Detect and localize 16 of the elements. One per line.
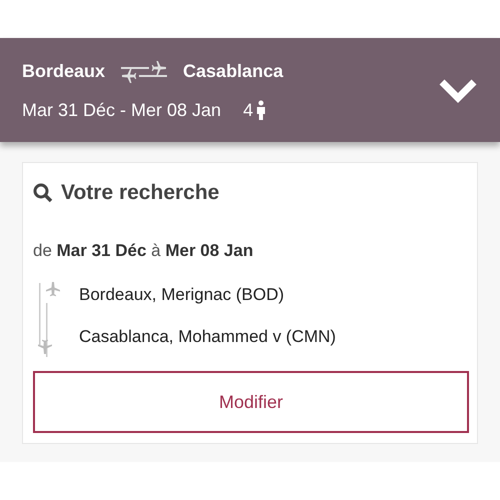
arrival-airport: Casablanca, Mohammed v (CMN) bbox=[79, 327, 336, 347]
search-icon bbox=[33, 183, 53, 203]
landing-plane-icon bbox=[38, 340, 52, 354]
travel-dates: Mar 31 Déc - Mer 08 Jan bbox=[22, 100, 222, 120]
route-line bbox=[46, 303, 48, 357]
departure-airport: Bordeaux, Merignac (BOD) bbox=[79, 285, 286, 305]
origin-city: Bordeaux bbox=[22, 61, 106, 82]
date-range: de Mar 31 Déc à Mer 08 Jan bbox=[33, 241, 254, 261]
destination-city: Casablanca bbox=[183, 61, 284, 82]
round-trip-icon bbox=[119, 60, 170, 84]
passenger-count: 4 bbox=[243, 100, 254, 120]
route-line bbox=[39, 283, 40, 345]
takeoff-plane-icon bbox=[46, 282, 60, 296]
section-title: Votre recherche bbox=[61, 181, 220, 205]
modify-button[interactable]: Modifier bbox=[33, 371, 469, 433]
person-icon bbox=[256, 100, 266, 120]
